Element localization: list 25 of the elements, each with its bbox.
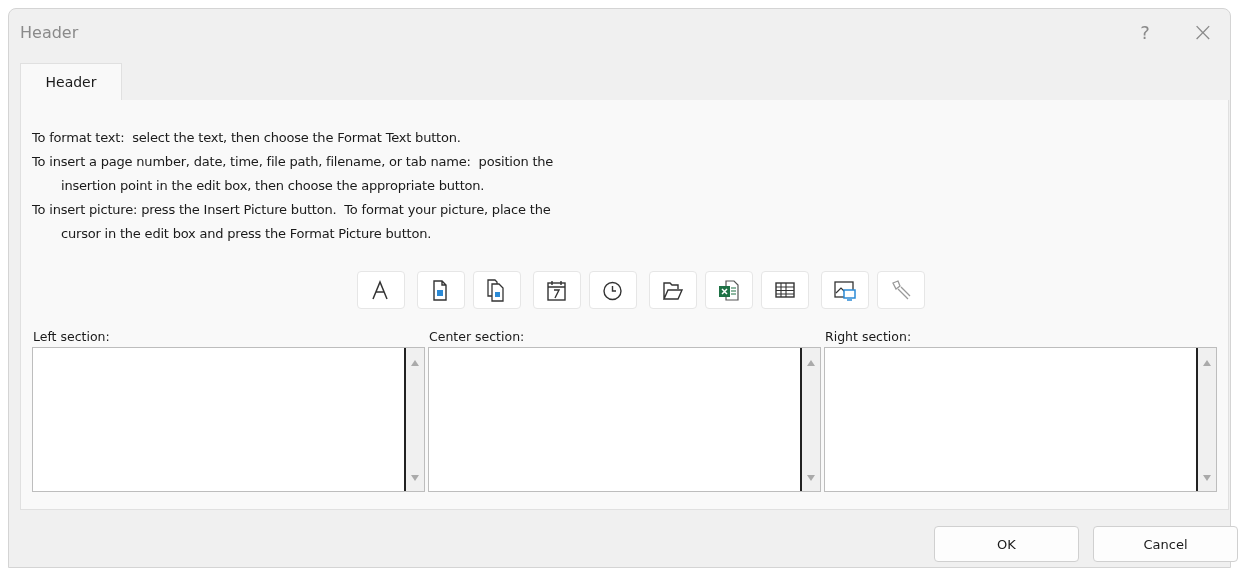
text-format-button[interactable] — [356, 271, 405, 309]
page-count-button[interactable] — [472, 271, 521, 309]
table-button[interactable] — [760, 271, 809, 309]
spreadsheet-file-icon — [717, 278, 740, 302]
spreadsheet-file-button[interactable] — [704, 271, 753, 309]
page-number-button[interactable] — [416, 271, 465, 309]
dialog-button[interactable]: OK — [934, 526, 1079, 562]
section-label: Center section: — [428, 328, 526, 346]
instruction-text: insertion point in the edit box, then choose the appropriate button. — [61, 177, 485, 195]
window-title: Header — [20, 22, 79, 42]
section-label: Right section: — [824, 328, 913, 346]
folder-button[interactable] — [648, 271, 697, 309]
instruction-text: To format text: select the text, then choose the Format Text button. — [32, 129, 461, 147]
instruction-text: cursor in the edit box and press the Format Picture button. — [61, 225, 432, 243]
picture-monitor-icon — [833, 278, 856, 302]
instruction-text: To insert picture: press the Insert Picture button. To format your picture, place the — [32, 201, 551, 219]
section-label: Left section: — [32, 328, 111, 346]
calendar-icon — [545, 278, 568, 302]
tab[interactable]: Header — [20, 63, 122, 100]
clock-button[interactable] — [588, 271, 637, 309]
picture-monitor-button[interactable] — [820, 271, 869, 309]
calendar-button[interactable] — [532, 271, 581, 309]
paint-brush-icon — [889, 278, 912, 302]
instruction-text: To insert a page number, date, time, file path, filename, or tab name: position the — [32, 153, 554, 171]
dialog-button[interactable]: Cancel — [1093, 526, 1238, 562]
